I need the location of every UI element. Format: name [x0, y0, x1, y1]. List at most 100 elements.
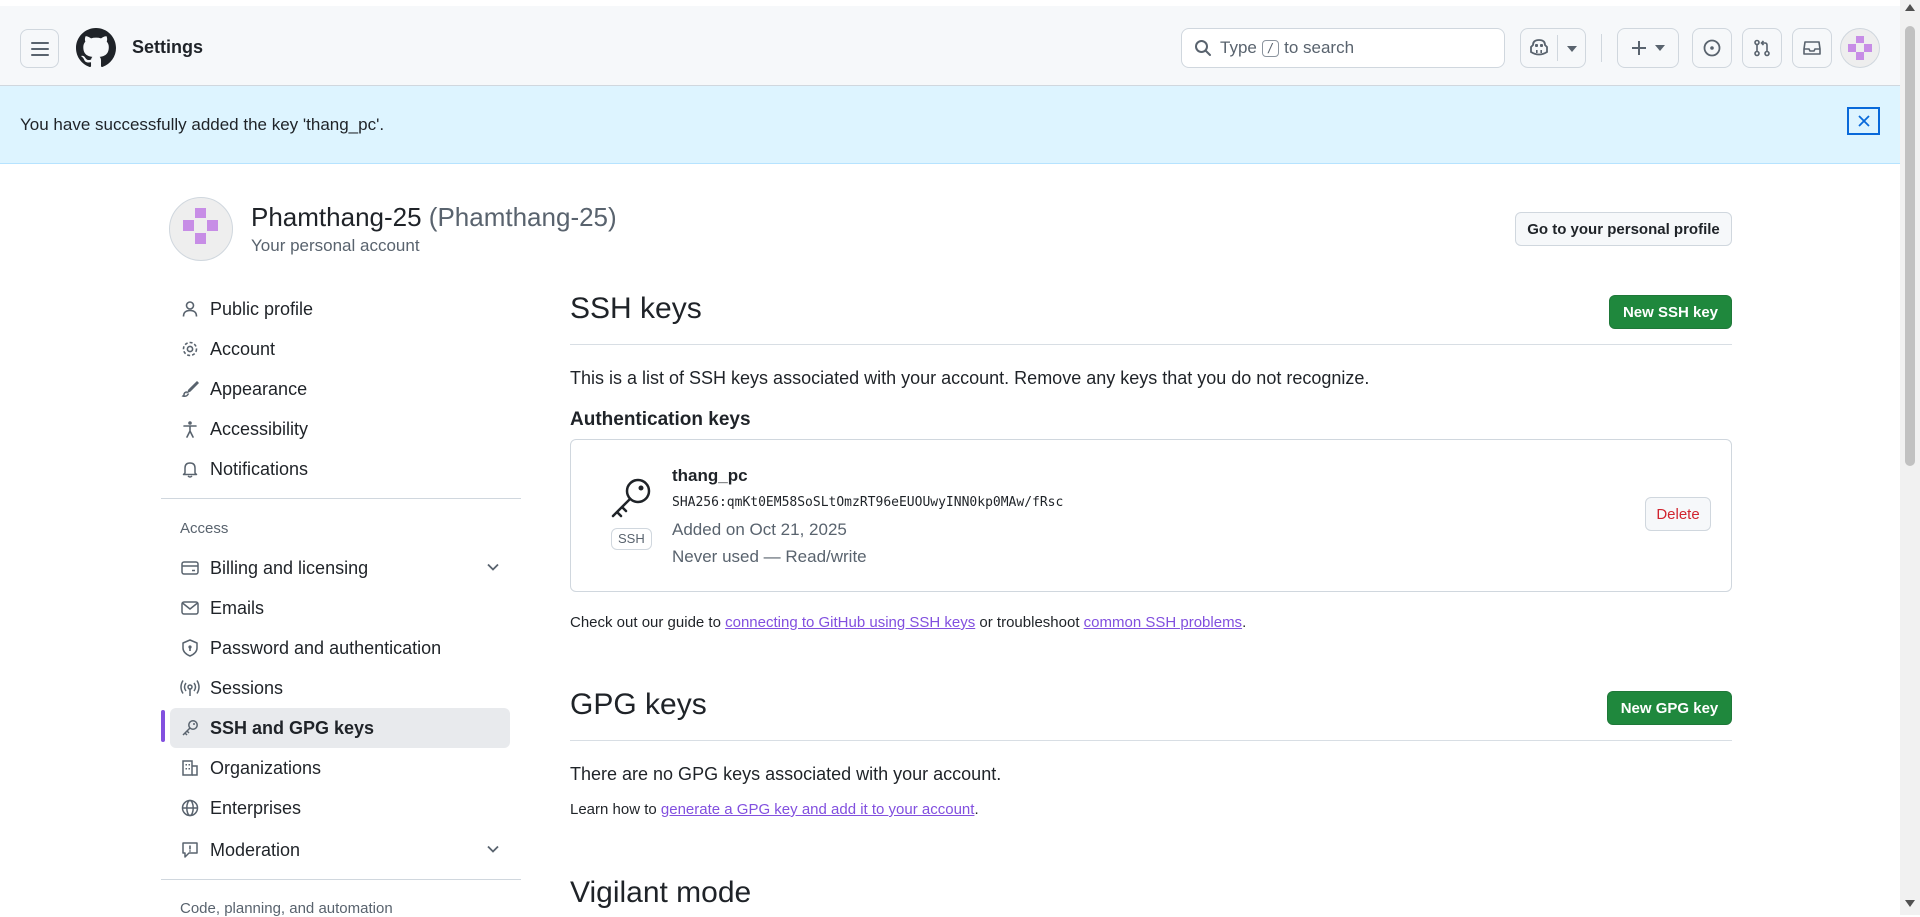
delete-ssh-key-button[interactable]: Delete: [1645, 497, 1711, 531]
user-avatar-menu[interactable]: [1840, 28, 1880, 68]
success-flash-banner: You have successfully added the key 'tha…: [0, 86, 1900, 164]
profile-avatar: [169, 197, 233, 261]
active-indicator: [161, 710, 165, 742]
sidebar-item-enterprises[interactable]: Enterprises: [170, 788, 510, 828]
inbox-button[interactable]: [1792, 28, 1832, 68]
sidebar-item-ssh-gpg-keys[interactable]: SSH and GPG keys: [170, 708, 510, 748]
copilot-button[interactable]: [1520, 28, 1586, 68]
ssh-description: This is a list of SSH keys associated wi…: [570, 368, 1370, 388]
profile-display-name: Phamthang-25: [251, 202, 422, 232]
learn-prefix: Learn how to: [570, 801, 657, 818]
sidebar-item-sessions[interactable]: Sessions: [170, 668, 510, 708]
globe-icon: [180, 798, 200, 818]
sidebar-item-label: Accessibility: [210, 418, 309, 439]
copilot-icon: [1530, 39, 1548, 56]
sidebar-item-moderation[interactable]: Moderation: [170, 830, 510, 870]
search-input[interactable]: Type / to search: [1181, 28, 1505, 68]
sidebar-divider: [161, 879, 521, 880]
flash-message: You have successfully added the key 'tha…: [20, 115, 385, 134]
gpg-guide-link[interactable]: generate a GPG key and add it to your ac…: [661, 801, 975, 818]
sidebar-item-organizations[interactable]: Organizations: [170, 748, 510, 788]
github-logo-icon[interactable]: [76, 28, 116, 68]
sidebar-item-accessibility[interactable]: Accessibility: [170, 409, 510, 449]
vigilant-mode-heading: Vigilant mode: [570, 876, 752, 909]
sidebar-divider: [161, 498, 521, 499]
sidebar-item-label: Public profile: [210, 298, 314, 319]
gear-icon: [180, 339, 200, 359]
dismiss-flash-button[interactable]: [1847, 107, 1880, 135]
ssh-guide-link[interactable]: connecting to GitHub using SSH keys: [725, 614, 975, 631]
page-scrollbar[interactable]: [1900, 0, 1920, 915]
ssh-key-title: thang_pc: [672, 466, 748, 485]
ssh-key-fingerprint: SHA256:qmKt0EM58SoSLtOmzRT96eEUOUwyINN0k…: [672, 495, 1064, 510]
guide-middle: or troubleshoot: [979, 614, 1080, 631]
new-ssh-key-button[interactable]: New SSH key: [1609, 295, 1732, 329]
report-icon: [180, 840, 200, 860]
sidebar-item-label: Emails: [210, 597, 265, 618]
avatar-identicon-icon: [1848, 36, 1872, 60]
key-icon: [611, 478, 651, 518]
person-icon: [180, 299, 200, 319]
learn-suffix: .: [974, 801, 979, 818]
create-new-button[interactable]: [1617, 28, 1679, 68]
ssh-key-item: SSH thang_pc SHA256:qmKt0EM58SoSLtOmzRT9…: [570, 439, 1732, 592]
search-placeholder-prefix: Type: [1220, 38, 1257, 57]
chevron-down-icon: [1655, 45, 1665, 51]
sidebar-item-public-profile[interactable]: Public profile: [170, 289, 510, 329]
authentication-keys-heading: Authentication keys: [570, 409, 751, 430]
new-gpg-key-button[interactable]: New GPG key: [1607, 691, 1732, 725]
sidebar-item-account[interactable]: Account: [170, 329, 510, 369]
guide-prefix: Check out our guide to: [570, 614, 721, 631]
profile-subtitle: Your personal account: [251, 236, 420, 255]
ssh-key-added-date: Added on Oct 21, 2025: [672, 520, 847, 539]
search-shortcut-key: /: [1261, 39, 1280, 57]
mail-icon: [180, 598, 200, 618]
ssh-key-usage: Never used — Read/write: [672, 547, 867, 566]
gpg-empty-text: There are no GPG keys associated with yo…: [570, 764, 1002, 784]
plus-icon: [1632, 41, 1646, 55]
issue-opened-icon: [1703, 39, 1721, 57]
sidebar-item-appearance[interactable]: Appearance: [170, 369, 510, 409]
sidebar-heading-access: Access: [180, 520, 229, 537]
sidebar-item-notifications[interactable]: Notifications: [170, 449, 510, 489]
shield-lock-icon: [180, 638, 200, 658]
menu-button[interactable]: [20, 29, 59, 68]
ssh-guide-text: Check out our guide to connecting to Git…: [570, 614, 1246, 631]
credit-card-icon: [180, 558, 200, 578]
gpg-learn-text: Learn how to generate a GPG key and add …: [570, 801, 979, 818]
issues-button[interactable]: [1692, 28, 1732, 68]
sidebar-item-password-auth[interactable]: Password and authentication: [170, 628, 510, 668]
bell-icon: [180, 459, 200, 479]
search-placeholder-suffix: to search: [1284, 38, 1355, 57]
organization-icon: [180, 758, 200, 778]
ssh-troubleshoot-link[interactable]: common SSH problems: [1084, 614, 1242, 631]
scroll-up-icon[interactable]: [1905, 4, 1915, 11]
app-header: Settings Type / to search: [0, 6, 1900, 86]
sidebar-heading-code: Code, planning, and automation: [180, 900, 393, 917]
scroll-down-icon[interactable]: [1905, 900, 1915, 907]
sidebar-item-billing[interactable]: Billing and licensing: [170, 548, 510, 588]
accessibility-icon: [180, 419, 200, 439]
paintbrush-icon: [180, 379, 200, 399]
chevron-down-icon[interactable]: [486, 560, 500, 574]
sidebar-item-emails[interactable]: Emails: [170, 588, 510, 628]
inbox-icon: [1803, 41, 1821, 55]
chevron-down-icon[interactable]: [486, 842, 500, 856]
search-icon: [1194, 39, 1212, 57]
sidebar-item-label: Appearance: [210, 378, 308, 399]
profile-login: (Phamthang-25): [428, 202, 617, 232]
close-icon: [1857, 115, 1870, 127]
broadcast-icon: [180, 678, 200, 698]
sidebar-item-label: Notifications: [210, 458, 309, 479]
pull-requests-button[interactable]: [1742, 28, 1782, 68]
copilot-dropdown-icon[interactable]: [1567, 46, 1577, 52]
guide-suffix: .: [1242, 614, 1247, 631]
sidebar-item-label: Billing and licensing: [210, 557, 369, 578]
scrollbar-thumb[interactable]: [1905, 26, 1915, 466]
ssh-badge: SSH: [611, 528, 652, 550]
sidebar-item-label: Account: [210, 338, 276, 359]
sidebar-item-label: Organizations: [210, 757, 322, 778]
sidebar-item-label: Sessions: [210, 677, 284, 698]
go-to-profile-button[interactable]: Go to your personal profile: [1515, 212, 1732, 246]
git-pull-request-icon: [1754, 39, 1770, 57]
